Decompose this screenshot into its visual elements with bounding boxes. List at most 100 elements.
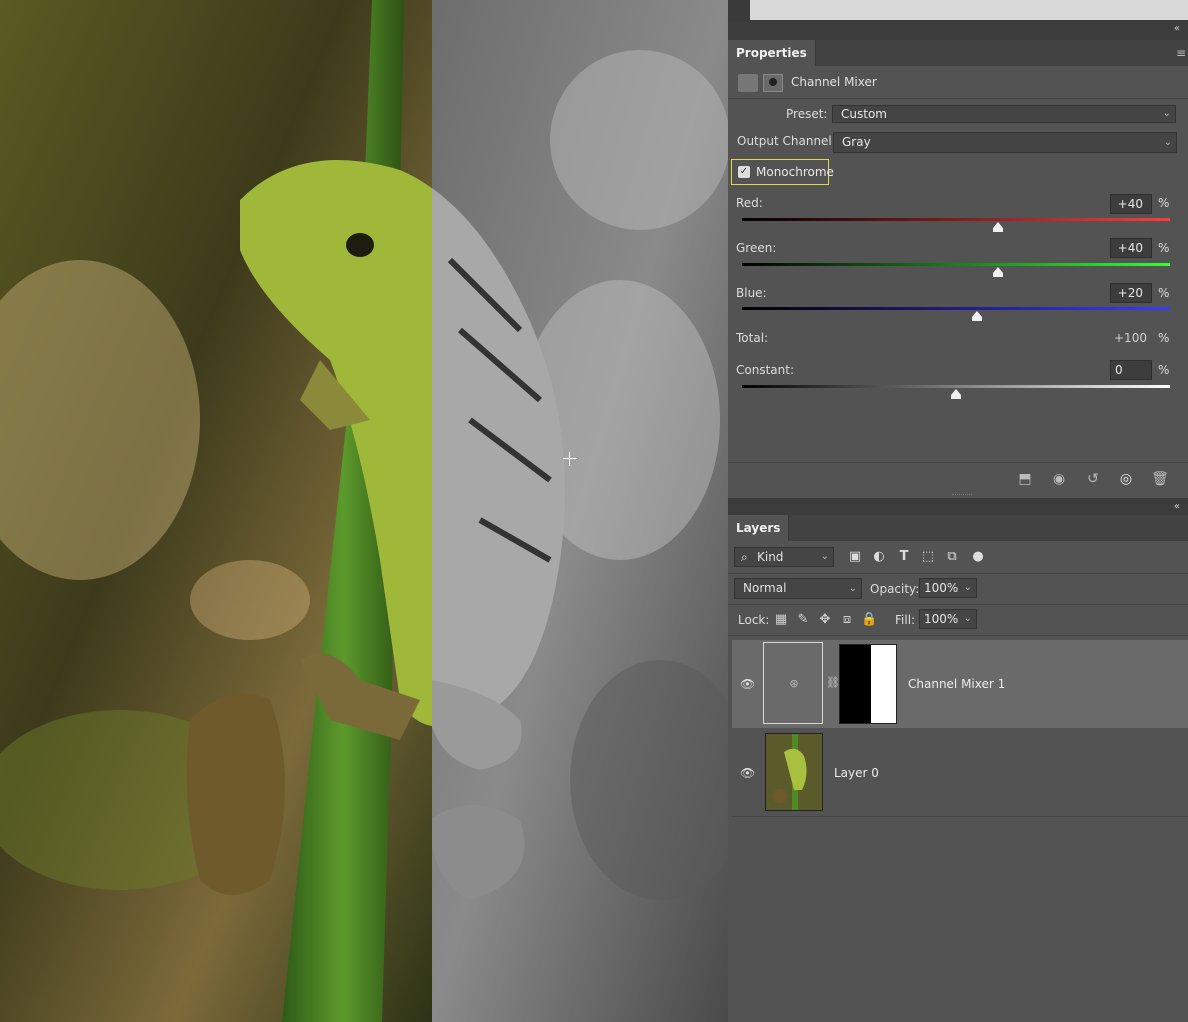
lock-move-icon[interactable]: ✥ — [817, 612, 833, 628]
output-channel-value: Gray — [842, 135, 871, 149]
preset-label: Preset: — [786, 107, 828, 121]
panel-resize-grip[interactable] — [952, 494, 972, 498]
adjustment-header: Channel Mixer — [728, 66, 1188, 99]
layer-thumbnail[interactable] — [765, 733, 823, 811]
blue-slider-thumb[interactable] — [972, 311, 982, 321]
total-label: Total: — [736, 331, 769, 345]
fill-value: 100% — [924, 612, 959, 626]
layer-name[interactable]: Layer 0 — [834, 766, 879, 780]
shape-filter-icon[interactable]: ⬚ — [920, 549, 936, 565]
trash-icon[interactable]: 🗑 — [1151, 471, 1169, 487]
green-percent: % — [1158, 241, 1170, 255]
output-channel-dropdown[interactable]: Gray ⌄ — [833, 132, 1177, 153]
opacity-input[interactable]: 100% ⌄ — [919, 578, 977, 598]
green-value-input[interactable]: +40 — [1110, 238, 1152, 258]
tab-layers[interactable]: Layers — [728, 515, 790, 541]
green-slider-track[interactable] — [742, 263, 1170, 266]
total-value: +100 — [1114, 331, 1147, 345]
layer-filter-row: ⌕ Kind ⌄ ▣ ◐ T ⬚ ⧉ ● — [728, 541, 1188, 574]
preset-dropdown[interactable]: Custom ⌄ — [832, 105, 1176, 123]
red-label: Red: — [736, 196, 763, 210]
reset-icon[interactable]: ↺ — [1084, 471, 1102, 487]
tab-properties[interactable]: Properties — [728, 40, 816, 66]
chevron-down-icon: ⌄ — [963, 613, 972, 624]
blue-label: Blue: — [736, 286, 767, 300]
properties-panel: « Properties ≡ Channel Mixer Preset: Cus… — [728, 22, 1188, 498]
mask-icon[interactable] — [763, 74, 783, 92]
opacity-label: Opacity: — [870, 582, 920, 596]
layers-titlebar: « — [728, 500, 1188, 515]
output-channel-label: Output Channel: — [737, 134, 836, 148]
fill-input[interactable]: 100% ⌄ — [919, 609, 977, 629]
blend-mode-value: Normal — [743, 581, 787, 595]
lock-all-icon[interactable]: 🔒 — [861, 612, 877, 628]
mask-thumbnail[interactable] — [839, 644, 897, 724]
preset-value: Custom — [841, 107, 887, 121]
fill-label: Fill: — [895, 613, 916, 627]
chevron-down-icon: ⌄ — [1162, 108, 1171, 119]
visibility-eye-icon[interactable]: 👁 — [740, 677, 755, 691]
adjustment-title: Channel Mixer — [791, 75, 877, 89]
constant-slider-track[interactable] — [742, 385, 1170, 388]
kind-filter-dropdown[interactable]: ⌕ Kind ⌄ — [734, 547, 834, 567]
lock-label: Lock: — [738, 613, 770, 627]
chevron-down-icon: ⌄ — [848, 583, 857, 594]
clip-to-layer-icon[interactable]: ⬒ — [1016, 471, 1034, 487]
properties-tabrow: Properties ≡ — [728, 40, 1188, 66]
lock-transparent-icon[interactable]: ▦ — [773, 612, 789, 628]
red-slider-track[interactable] — [742, 218, 1170, 221]
properties-footer: ⬒ ◉ ↺ ◎ 🗑 — [728, 462, 1188, 495]
visibility-eye-icon[interactable]: 👁 — [740, 766, 755, 780]
layer-name[interactable]: Channel Mixer 1 — [908, 677, 1005, 691]
monochrome-label: Monochrome — [756, 165, 834, 179]
pixel-filter-icon[interactable]: ▣ — [847, 549, 863, 565]
layer-row-channel-mixer[interactable]: 👁 ⊛ ⛓ Channel Mixer 1 — [732, 640, 1188, 728]
adjustment-thumbnail[interactable]: ⊛ — [763, 642, 823, 724]
lock-artboard-icon[interactable]: ⧈ — [839, 612, 855, 628]
search-icon: ⌕ — [741, 550, 748, 564]
canvas-image — [0, 0, 728, 1022]
constant-percent: % — [1158, 363, 1170, 377]
red-value-input[interactable]: +40 — [1110, 194, 1152, 214]
panel-menu-icon[interactable]: ≡ — [1176, 46, 1186, 60]
top-strip — [728, 0, 1188, 22]
chevron-down-icon: ⌄ — [963, 582, 972, 593]
blend-row: Normal ⌄ Opacity: 100% ⌄ — [728, 574, 1188, 605]
crosshair-cursor — [563, 452, 577, 466]
blue-slider-track[interactable] — [742, 307, 1170, 310]
constant-slider-thumb[interactable] — [951, 389, 961, 399]
blend-mode-dropdown[interactable]: Normal ⌄ — [734, 578, 862, 599]
layers-tabrow: Layers — [728, 515, 1188, 541]
channel-mixer-icon: ⊛ — [789, 677, 799, 690]
blue-value-input[interactable]: +20 — [1110, 283, 1152, 303]
view-previous-icon[interactable]: ◉ — [1050, 471, 1068, 487]
filter-toggle-icon[interactable]: ● — [970, 549, 986, 565]
red-percent: % — [1158, 196, 1170, 210]
green-slider-thumb[interactable] — [993, 267, 1003, 277]
visibility-eye-icon[interactable]: ◎ — [1117, 471, 1135, 487]
channel-mixer-icon[interactable] — [738, 74, 758, 92]
chevron-down-icon: ⌄ — [820, 551, 829, 562]
smart-object-filter-icon[interactable]: ⧉ — [944, 549, 960, 565]
layer-row-layer0[interactable]: 👁 Layer 0 — [732, 730, 1188, 817]
kind-label: Kind — [757, 550, 784, 564]
monochrome-highlight: ✓ Monochrome — [731, 159, 834, 185]
collapse-icon[interactable]: « — [1174, 23, 1180, 34]
layers-panel: « Layers ⌕ Kind ⌄ ▣ ◐ T ⬚ ⧉ ● Normal ⌄ O… — [728, 500, 1188, 1022]
green-label: Green: — [736, 241, 777, 255]
collapse-icon[interactable]: « — [1174, 501, 1180, 512]
opacity-value: 100% — [924, 581, 959, 595]
type-filter-icon[interactable]: T — [896, 549, 912, 565]
properties-titlebar: « — [728, 22, 1188, 40]
monochrome-checkbox[interactable]: ✓ — [738, 166, 750, 178]
document-canvas[interactable] — [0, 0, 728, 1022]
adjustment-filter-icon[interactable]: ◐ — [871, 549, 887, 565]
chevron-down-icon: ⌄ — [1163, 137, 1172, 148]
lock-row: Lock: ▦ ✎ ✥ ⧈ 🔒 Fill: 100% ⌄ — [728, 605, 1188, 636]
blue-percent: % — [1158, 286, 1170, 300]
lock-brush-icon[interactable]: ✎ — [795, 612, 811, 628]
constant-value-input[interactable]: 0 — [1110, 360, 1152, 380]
link-icon[interactable]: ⛓ — [826, 676, 840, 689]
red-slider-thumb[interactable] — [993, 222, 1003, 232]
constant-label: Constant: — [736, 363, 794, 377]
